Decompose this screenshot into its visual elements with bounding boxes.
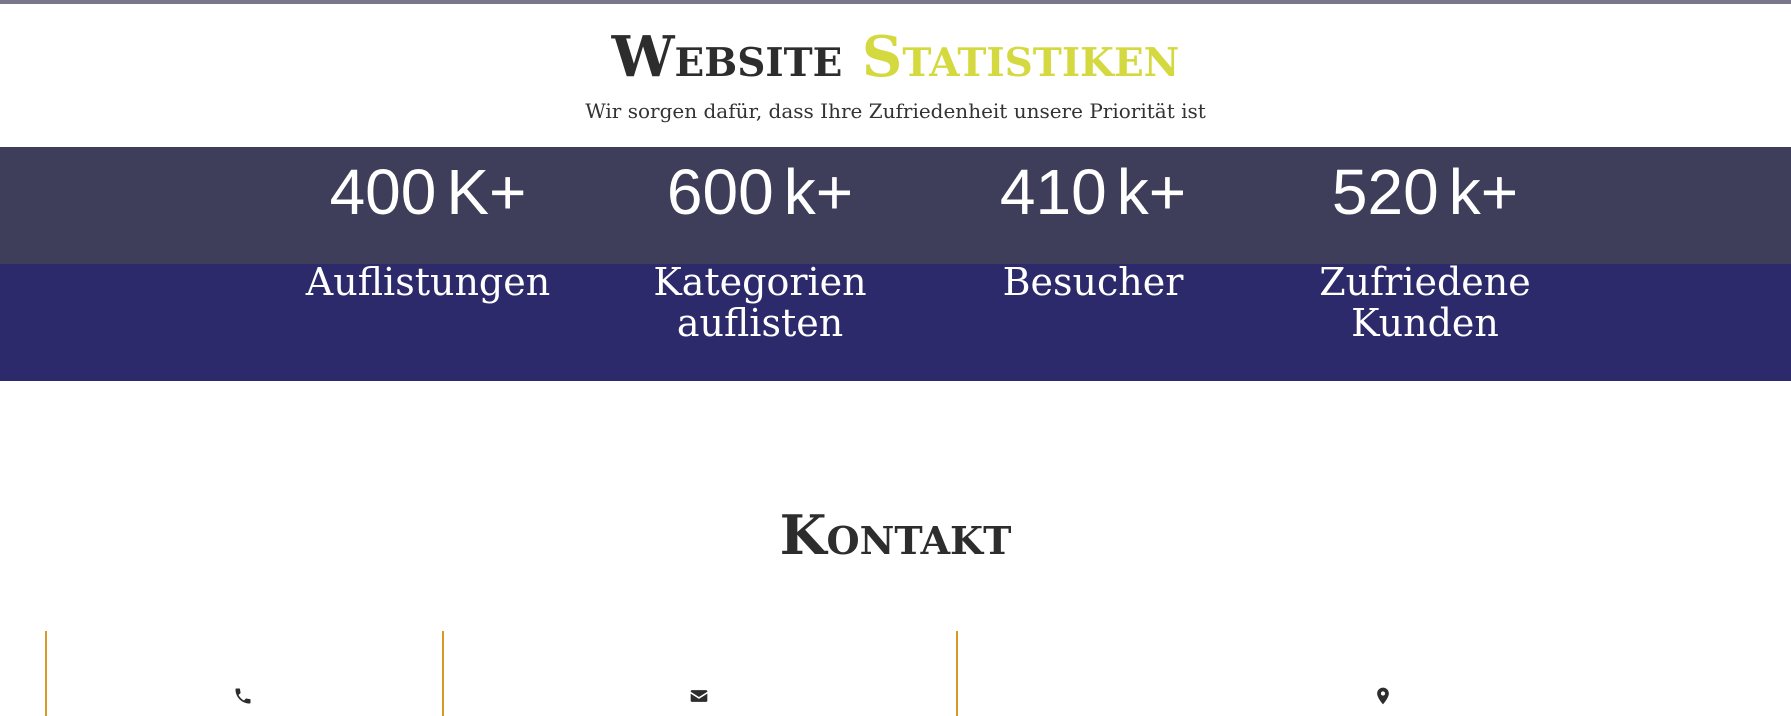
stat-value: 410 xyxy=(999,156,1107,228)
stats-title-accent: Statistiken xyxy=(861,24,1180,90)
stats-subtitle: Wir sorgen dafür, dass Ihre Zufriedenhei… xyxy=(585,99,1206,123)
envelope-icon[interactable] xyxy=(689,686,709,706)
stat-number: 410 k+ xyxy=(933,152,1253,232)
map-marker-icon[interactable] xyxy=(1373,686,1393,706)
stats-title-main: Website xyxy=(611,24,843,90)
stat-label: Besucher xyxy=(1002,260,1184,304)
stat-suffix: k+ xyxy=(1448,156,1519,228)
stat-number: 400 K+ xyxy=(268,152,588,232)
stat-number: 520 k+ xyxy=(1265,152,1585,232)
stat-suffix: K+ xyxy=(446,156,527,228)
stat-number: 600 k+ xyxy=(600,152,920,232)
stat-suffix: k+ xyxy=(783,156,854,228)
stats-header: Website Statistiken Wir sorgen dafür, da… xyxy=(0,22,1791,124)
top-border xyxy=(0,0,1791,4)
stat-label: Auflistungen xyxy=(305,260,551,304)
stat-value: 520 xyxy=(1331,156,1439,228)
contact-title: Kontakt xyxy=(779,503,1012,567)
phone-icon[interactable] xyxy=(233,686,253,706)
stat-value: 600 xyxy=(666,156,774,228)
stat-value: 400 xyxy=(329,156,437,228)
contact-divider xyxy=(442,631,444,716)
contact-divider xyxy=(956,631,958,716)
stat-label: Kategorien auflisten xyxy=(653,260,867,345)
stats-title: Website Statistiken xyxy=(0,22,1791,92)
contact-divider xyxy=(45,631,47,716)
stat-suffix: k+ xyxy=(1116,156,1187,228)
stat-label: Zufriedene Kunden xyxy=(1319,260,1531,345)
